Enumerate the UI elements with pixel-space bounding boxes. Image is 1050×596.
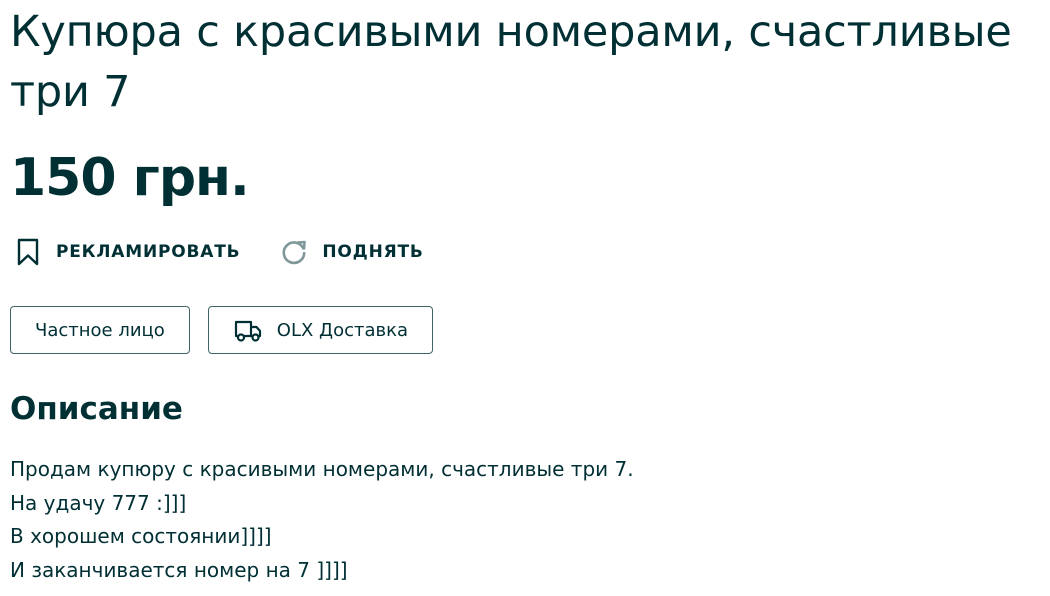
delivery-label: OLX Доставка — [276, 319, 409, 341]
listing-tags: Частное лицо OLX Доставка — [10, 306, 451, 354]
description-line: На удачу 777 :]]] — [10, 490, 187, 515]
seller-type-label: Частное лицо — [35, 319, 165, 341]
listing-actions: РЕКЛАМИРОВАТЬ ПОДНЯТЬ — [12, 234, 462, 270]
refresh-icon — [278, 236, 310, 268]
raise-button[interactable]: ПОДНЯТЬ — [278, 236, 423, 268]
description-line: И заканчивается номер на 7 ]]]] — [10, 557, 348, 582]
description-line: В хорошем состоянии]]]] — [10, 524, 272, 548]
seller-type-tag: Частное лицо — [10, 306, 190, 354]
listing-title: Купюра с красивыми номерами, счастливые … — [10, 7, 1012, 117]
listing-price: 150 грн. — [10, 148, 250, 208]
description-line: Продам купюру с красивыми номерами, счас… — [10, 457, 634, 481]
raise-button-label: ПОДНЯТЬ — [322, 242, 424, 262]
promote-button-label: РЕКЛАМИРОВАТЬ — [56, 242, 241, 262]
delivery-truck-icon — [233, 317, 263, 343]
promote-button[interactable]: РЕКЛАМИРОВАТЬ — [12, 236, 240, 268]
bookmark-icon — [12, 236, 44, 268]
delivery-tag[interactable]: OLX Доставка — [207, 306, 434, 354]
description-heading: Описание — [10, 391, 183, 427]
description-text: Продам купюру с красивыми номерами, счас… — [10, 453, 1040, 587]
